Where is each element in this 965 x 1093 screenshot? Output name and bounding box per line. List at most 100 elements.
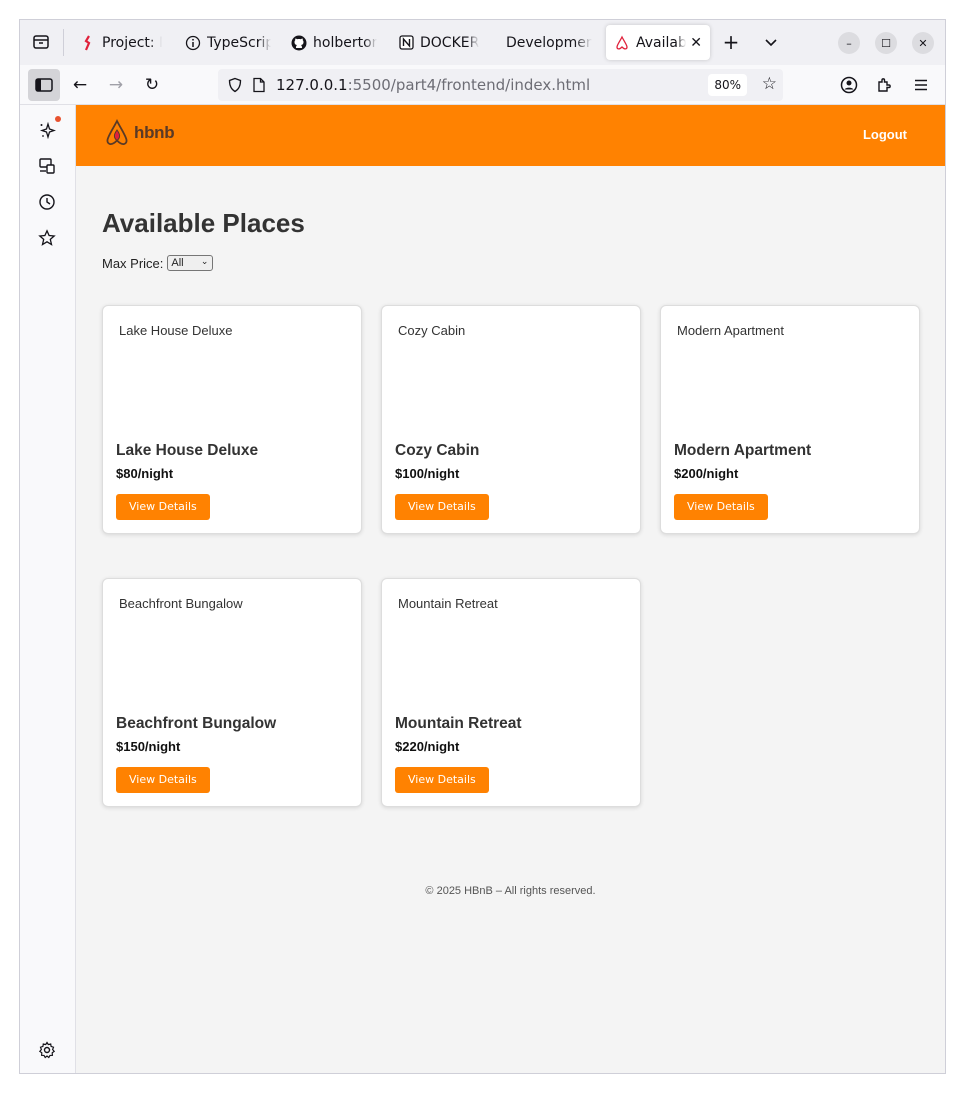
- place-card: Lake House Deluxe Lake House Deluxe $80/…: [102, 305, 362, 534]
- place-price: $200/night: [674, 466, 739, 481]
- tab-holberton[interactable]: holberton: [283, 25, 385, 60]
- clock-icon: [39, 194, 55, 210]
- back-button[interactable]: ←: [64, 69, 96, 101]
- maximize-button[interactable]: ☐: [875, 32, 897, 54]
- tab-overview-icon: [33, 35, 49, 49]
- account-icon: [840, 76, 858, 94]
- notification-dot: [55, 116, 61, 122]
- sidebar-icon: [35, 78, 53, 92]
- place-name: Cozy Cabin: [395, 442, 480, 459]
- tab-separator: [63, 29, 64, 56]
- place-image-alt: Cozy Cabin: [398, 323, 466, 338]
- place-price: $100/night: [395, 466, 460, 481]
- github-icon: [291, 35, 307, 51]
- reload-icon: ↻: [144, 75, 160, 95]
- place-price: $80/night: [116, 466, 174, 481]
- close-window-button[interactable]: ✕: [912, 32, 934, 54]
- place-card: Beachfront Bungalow Beachfront Bungalow …: [102, 578, 362, 807]
- tab-available-places[interactable]: Availabl ✕: [606, 25, 710, 60]
- sidebar-settings-button[interactable]: [36, 1039, 58, 1061]
- sparkle-icon: [39, 121, 56, 139]
- list-tabs-button[interactable]: [753, 24, 789, 60]
- hamburger-menu-icon: [915, 79, 927, 91]
- page-viewport: hbnb Logout Available Places Max Price: …: [76, 105, 945, 1073]
- browser-window: Project: N TypeScrip holberton DOCKER De…: [19, 19, 946, 1074]
- extensions-icon: [878, 78, 891, 92]
- place-image-alt: Mountain Retreat: [398, 596, 498, 611]
- tab-title: Availabl: [636, 34, 687, 51]
- view-details-button[interactable]: View Details: [395, 494, 489, 520]
- place-card: Modern Apartment Modern Apartment $200/n…: [660, 305, 920, 534]
- tab-title: Project: N: [102, 34, 162, 51]
- sidebar-toggle-button[interactable]: [28, 69, 60, 101]
- new-tab-button[interactable]: +: [713, 24, 749, 60]
- url-text: 127.0.0.1:5500/part4/frontend/index.html: [276, 76, 590, 94]
- tab-title: holberton: [313, 34, 377, 51]
- logout-link[interactable]: Logout: [863, 127, 907, 142]
- site-header: hbnb Logout: [76, 105, 945, 166]
- tab-title: Developmen: [506, 34, 592, 51]
- tab-title: TypeScrip: [207, 34, 271, 51]
- place-card: Mountain Retreat Mountain Retreat $220/n…: [381, 578, 641, 807]
- view-details-button[interactable]: View Details: [116, 767, 210, 793]
- reload-button[interactable]: ↻: [136, 69, 168, 101]
- view-details-button[interactable]: View Details: [674, 494, 768, 520]
- maximize-icon: ☐: [881, 36, 891, 50]
- max-price-select-value: All: [171, 257, 184, 269]
- place-image-alt: Beachfront Bungalow: [119, 596, 243, 611]
- extensions-button[interactable]: [869, 69, 901, 101]
- view-details-button[interactable]: View Details: [116, 494, 210, 520]
- place-name: Beachfront Bungalow: [116, 715, 277, 732]
- close-tab-icon[interactable]: ✕: [690, 35, 702, 51]
- tab-title: DOCKER: [420, 34, 480, 51]
- synced-tabs-button[interactable]: [36, 155, 58, 177]
- gear-icon: [38, 1041, 56, 1059]
- bookmarks-button[interactable]: [36, 227, 58, 249]
- page-icon[interactable]: [248, 74, 270, 96]
- account-button[interactable]: [833, 69, 865, 101]
- view-details-button[interactable]: View Details: [395, 767, 489, 793]
- airbnb-logo-icon: [106, 119, 128, 145]
- place-card: Cozy Cabin Cozy Cabin $100/night View De…: [381, 305, 641, 534]
- url-host: 127.0.0.1: [276, 76, 348, 94]
- minimize-icon: –: [846, 36, 852, 50]
- logo-text: hbnb: [134, 123, 175, 142]
- url-bar[interactable]: 127.0.0.1:5500/part4/frontend/index.html…: [218, 69, 783, 101]
- price-filter: Max Price: All ⌄: [102, 255, 214, 271]
- tab-typescript[interactable]: TypeScrip: [177, 25, 279, 60]
- place-price: $150/night: [116, 739, 181, 754]
- page-title: Available Places: [102, 208, 305, 238]
- forward-button[interactable]: →: [100, 69, 132, 101]
- forward-arrow-icon: →: [108, 75, 124, 95]
- place-name: Lake House Deluxe: [116, 442, 259, 459]
- synced-devices-icon: [39, 158, 55, 174]
- site-logo[interactable]: hbnb: [104, 119, 175, 147]
- shield-icon[interactable]: [224, 74, 246, 96]
- tab-development[interactable]: Developmen: [498, 25, 600, 60]
- history-button[interactable]: [36, 191, 58, 213]
- place-name: Mountain Retreat: [395, 715, 522, 732]
- ai-chatbot-button[interactable]: [36, 119, 58, 141]
- tab-overview-button[interactable]: [23, 24, 59, 60]
- back-arrow-icon: ←: [72, 75, 88, 95]
- tab-project[interactable]: Project: N: [72, 25, 170, 60]
- info-icon: [185, 35, 201, 51]
- place-image-alt: Lake House Deluxe: [119, 323, 233, 338]
- bookmark-star-icon[interactable]: ☆: [762, 74, 777, 94]
- place-image-alt: Modern Apartment: [677, 323, 784, 338]
- site-footer: © 2025 HBnB – All rights reserved.: [425, 885, 596, 897]
- tab-docker[interactable]: DOCKER: [390, 25, 496, 60]
- minimize-button[interactable]: –: [838, 32, 860, 54]
- nav-bar: ← → ↻ 127.0.0.1:5500/part4/frontend/inde…: [20, 65, 945, 105]
- menu-button[interactable]: [905, 69, 937, 101]
- notion-icon: [398, 35, 414, 51]
- place-price: $220/night: [395, 739, 460, 754]
- price-filter-label: Max Price:: [102, 255, 164, 271]
- url-path: :5500/part4/frontend/index.html: [347, 76, 591, 94]
- star-icon: [38, 229, 56, 246]
- zoom-indicator[interactable]: 80%: [708, 74, 747, 96]
- close-icon: ✕: [918, 36, 928, 50]
- chevron-down-icon: [765, 39, 777, 47]
- max-price-select[interactable]: All ⌄: [167, 255, 214, 271]
- place-name: Modern Apartment: [674, 442, 812, 459]
